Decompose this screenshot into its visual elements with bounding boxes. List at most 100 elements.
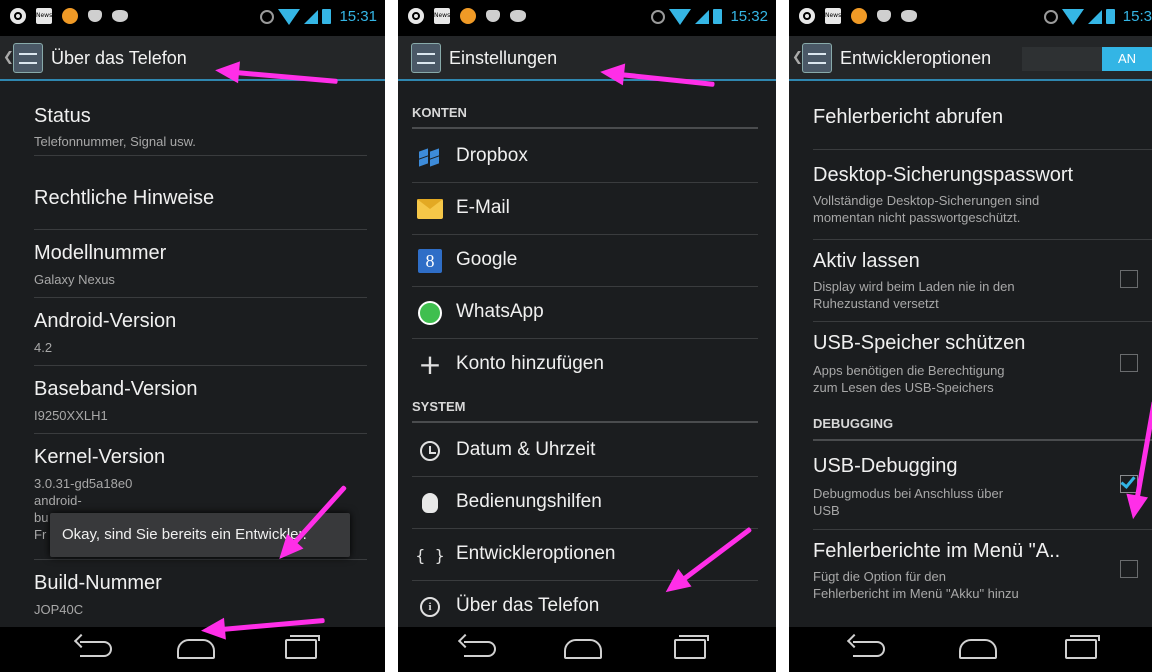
nav-bar: [0, 627, 385, 672]
nav-recent-icon[interactable]: [1065, 635, 1100, 659]
nav-home-icon[interactable]: [959, 639, 997, 659]
pref-summary: bu: [34, 510, 49, 525]
page-title: Über das Telefon: [51, 48, 187, 68]
shape-icon: [486, 10, 500, 22]
pref-summary: momentan nicht passwortgeschützt.: [813, 210, 1021, 225]
settings-item-label: Entwickleroptionen: [456, 543, 616, 564]
nav-back-icon[interactable]: [464, 641, 496, 657]
pref-summary: Fr: [34, 527, 47, 542]
nav-back-icon[interactable]: [80, 641, 112, 657]
pref-summary: USB: [813, 503, 840, 518]
nav-bar: [398, 627, 776, 672]
pref-title: Desktop-Sicherungspasswort: [813, 164, 1074, 186]
nav-home-icon[interactable]: [177, 639, 215, 659]
pref-build-number[interactable]: Build-Nummer JOP40C: [34, 559, 367, 627]
developer-options-toggle[interactable]: AN: [1022, 47, 1152, 71]
battery-icon: [713, 9, 723, 24]
pref-summary: Vollständige Desktop-Sicherungen sind: [813, 193, 1040, 208]
orange-app-icon: [62, 8, 78, 24]
pref-summary: Ruhezustand versetzt: [813, 296, 939, 311]
sync-icon: [260, 9, 275, 24]
nav-bar: [789, 627, 1152, 672]
pref-legal[interactable]: Rechtliche Hinweise: [34, 155, 367, 229]
settings-item-label: WhatsApp: [456, 301, 544, 322]
pref-desktop-backup-password[interactable]: Desktop-Sicherungspasswort Vollständige …: [813, 149, 1152, 239]
gear-icon: [10, 8, 26, 24]
dropbox-icon: [417, 144, 443, 170]
settings-item-dropbox[interactable]: Dropbox: [412, 131, 758, 183]
settings-item-label: Bedienungshilfen: [456, 491, 602, 512]
phone-screen-developer-options: News 15:3 ❮ Entwickleroptionen AN Fehler…: [789, 0, 1152, 672]
settings-item-add-account[interactable]: + Konto hinzufügen: [412, 339, 758, 391]
shape-icon: [88, 10, 102, 22]
signal-icon: [695, 9, 710, 24]
settings-item-date-time[interactable]: Datum & Uhrzeit: [412, 425, 758, 477]
pref-android-version: Android-Version 4.2: [34, 297, 367, 365]
signal-icon: [304, 9, 319, 24]
pref-title: Status: [34, 105, 91, 127]
nav-recent-icon[interactable]: [674, 635, 709, 659]
pref-title: Fehlerbericht abrufen: [813, 106, 1004, 128]
settings-item-accessibility[interactable]: Bedienungshilfen: [412, 477, 758, 529]
settings-item-label: Über das Telefon: [456, 595, 600, 616]
pref-title: Rechtliche Hinweise: [34, 187, 215, 209]
battery-icon: [322, 9, 332, 24]
pref-usb-debugging[interactable]: USB-Debugging Debugmodus bei Anschluss ü…: [813, 441, 1152, 529]
category-header: DEBUGGING: [813, 407, 1152, 441]
pref-summary: 4.2: [34, 340, 53, 355]
settings-item-label: Datum & Uhrzeit: [456, 439, 596, 460]
pref-bug-report-power-menu[interactable]: Fehlerberichte im Menü "A.. Fügt die Opt…: [813, 529, 1152, 611]
settings-item-label: Google: [456, 249, 518, 270]
pref-protect-usb-storage[interactable]: USB-Speicher schützen Apps benötigen die…: [813, 321, 1152, 407]
info-icon: i: [417, 594, 443, 620]
developer-options-list: Fehlerbericht abrufen Desktop-Sicherungs…: [789, 83, 1152, 627]
nav-home-icon[interactable]: [564, 639, 602, 659]
gear-icon: [799, 8, 815, 24]
phone-screen-settings: News 15:32 Einstellungen KONTEN Dropbox …: [398, 0, 776, 672]
page-title: Einstellungen: [449, 48, 558, 68]
shape-icon: [877, 10, 891, 22]
settings-item-email[interactable]: E-Mail: [412, 183, 758, 235]
news-icon: News: [36, 8, 52, 24]
pref-status[interactable]: Status Telefonnummer, Signal usw.: [34, 93, 367, 155]
settings-app-icon[interactable]: [13, 43, 43, 73]
status-bar: News 15:32: [398, 0, 776, 36]
pref-summary: zum Lesen des USB-Speichers: [813, 380, 994, 395]
stay-awake-checkbox[interactable]: [1120, 270, 1138, 288]
wifi-icon: [669, 8, 692, 25]
pref-title: Kernel-Version: [34, 446, 166, 468]
pref-summary: android-: [34, 493, 82, 508]
pref-summary: Debugmodus bei Anschluss über: [813, 486, 1004, 501]
news-icon: News: [825, 8, 841, 24]
settings-item-developer-options[interactable]: { } Entwickleroptionen: [412, 529, 758, 581]
wifi-icon: [278, 8, 301, 25]
pref-summary: Fügt die Option für den: [813, 569, 946, 584]
nav-back-icon[interactable]: [853, 641, 885, 657]
nav-recent-icon[interactable]: [285, 635, 320, 659]
settings-app-icon[interactable]: [802, 43, 832, 73]
pref-stay-awake[interactable]: Aktiv lassen Display wird beim Laden nie…: [813, 239, 1152, 321]
protect-usb-checkbox[interactable]: [1120, 354, 1138, 372]
pref-title: Aktiv lassen: [813, 250, 920, 272]
pref-baseband: Baseband-Version I9250XXLH1: [34, 365, 367, 433]
power-menu-bug-report-checkbox[interactable]: [1120, 560, 1138, 578]
settings-item-label: Dropbox: [456, 145, 528, 166]
cat-icon: [901, 10, 917, 22]
clock-icon: [417, 438, 443, 464]
pref-title: USB-Speicher schützen: [813, 332, 1026, 354]
action-bar: Einstellungen: [398, 36, 776, 81]
cat-icon: [112, 10, 128, 22]
google-icon: 8: [417, 248, 443, 274]
status-bar: News 15:3: [789, 0, 1152, 36]
sync-icon: [1043, 9, 1058, 24]
gear-icon: [408, 8, 424, 24]
settings-item-google[interactable]: 8 Google: [412, 235, 758, 287]
wifi-icon: [1061, 8, 1084, 25]
pref-bug-report[interactable]: Fehlerbericht abrufen: [813, 83, 1152, 149]
phone-screen-about: News 15:31 ❮ Über das Telefon Status Tel…: [0, 0, 385, 672]
settings-item-about-phone[interactable]: i Über das Telefon: [412, 581, 758, 627]
settings-item-whatsapp[interactable]: WhatsApp: [412, 287, 758, 339]
settings-item-label: Konto hinzufügen: [456, 353, 604, 374]
settings-app-icon[interactable]: [411, 43, 441, 73]
orange-app-icon: [460, 8, 476, 24]
